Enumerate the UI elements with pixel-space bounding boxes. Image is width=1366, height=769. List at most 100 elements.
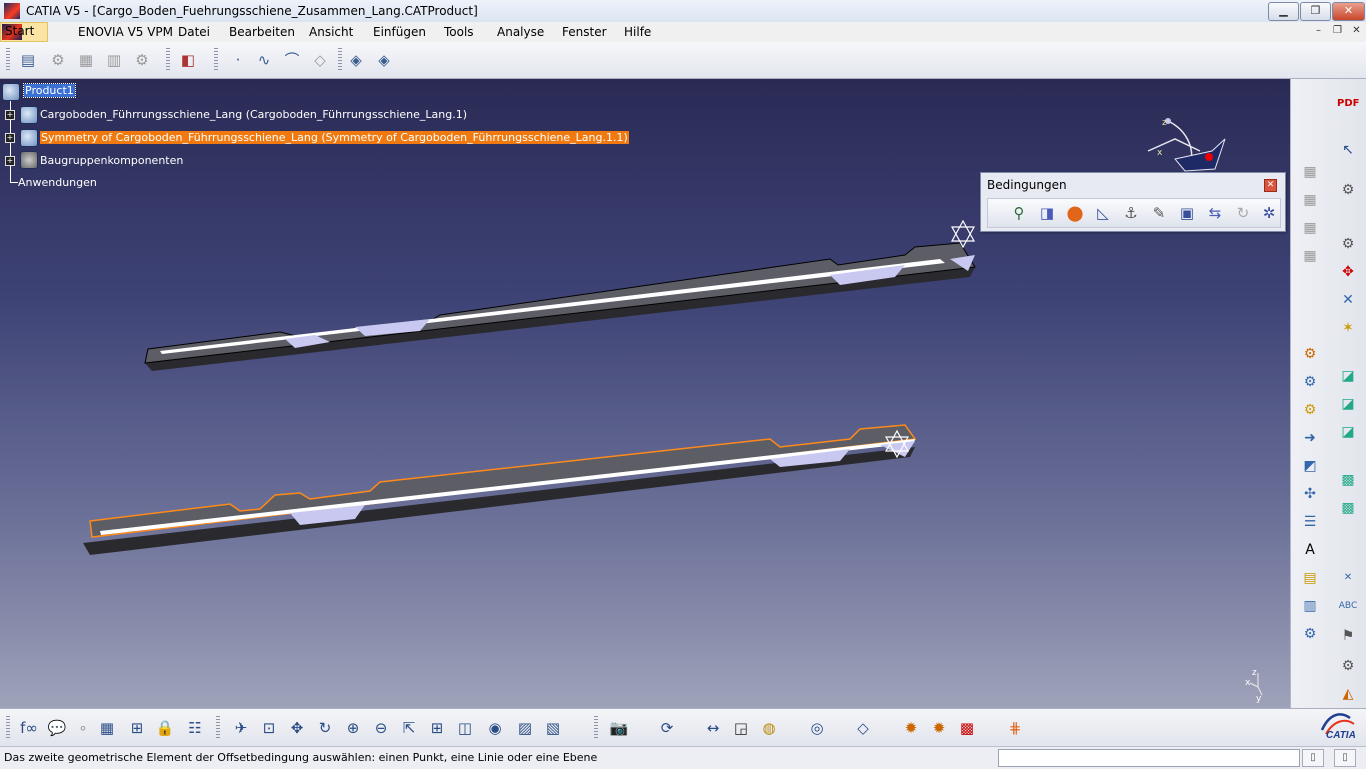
maximize-button[interactable]: ❐ [1300,2,1331,21]
clash-icon[interactable]: ◈ [374,50,394,70]
marker-icon[interactable]: ◭ [1337,683,1359,705]
measure-icon[interactable]: ✕ [1337,567,1359,589]
catalog-browser-icon[interactable]: ◧ [178,50,198,70]
generate-numbering-icon[interactable]: ⚙ [132,50,152,70]
pan-icon[interactable]: ✥ [286,717,308,739]
normal-view-icon[interactable]: ⇱ [398,717,420,739]
measure-inertia-icon[interactable]: ◍ [758,717,780,739]
text-icon[interactable]: A [1299,539,1321,561]
bedingungen-close-button[interactable]: ✕ [1264,179,1277,192]
fix-component-icon[interactable]: ⚓ [1120,202,1142,224]
close-button[interactable]: ✕ [1332,2,1365,21]
list-icon[interactable]: ☷ [184,717,206,739]
quick-constraint-icon[interactable]: ▣ [1176,202,1198,224]
fit-all-icon[interactable]: ⊡ [258,717,280,739]
existing-component-icon[interactable]: ⚙ [48,50,68,70]
curve-icon[interactable]: ∿ [254,50,274,70]
knowledge-icon[interactable]: 💬 [46,717,68,739]
flag-icon[interactable]: ⚑ [1337,625,1359,647]
copy-icon[interactable]: ▩ [1337,469,1359,491]
gear-icon[interactable]: ⚙ [1299,623,1321,645]
measure-item-icon[interactable]: ◲ [730,717,752,739]
flexible-subassembly-icon[interactable]: ⇆ [1204,202,1226,224]
menu-ansicht[interactable]: Ansicht [309,25,353,39]
coincidence-constraint-icon[interactable]: ⚲ [1008,202,1030,224]
iso-view-icon[interactable]: ◫ [454,717,476,739]
doc-minimize-button[interactable]: – [1310,24,1327,38]
point-icon[interactable]: · [228,50,248,70]
explode-icon[interactable]: ✣ [1299,483,1321,505]
minimize-button[interactable]: ▁ [1268,2,1299,21]
toolbar-grip[interactable] [338,48,342,72]
tree-structure-icon[interactable]: ⊞ [126,717,148,739]
menu-einfuegen[interactable]: Einfügen [373,25,426,39]
plane-icon[interactable]: ◇ [310,50,330,70]
arrow-icon[interactable]: ➜ [1299,427,1321,449]
status-button[interactable]: ▯ [1334,749,1356,767]
new-product-icon[interactable]: ▤ [18,50,38,70]
toolbar-grip[interactable] [6,716,10,740]
copy-icon[interactable]: ▩ [1337,497,1359,519]
move-icon[interactable]: ✥ [1337,261,1359,283]
gear-icon[interactable]: ⚙ [1299,399,1321,421]
update-icon[interactable]: ⟳ [656,717,678,739]
offset-constraint-icon[interactable]: ⬤ [1064,202,1086,224]
status-button[interactable]: ▯ [1302,749,1324,767]
replace-component-icon[interactable]: ▦ [76,50,96,70]
tree-icon[interactable]: ▥ [1299,595,1321,617]
lock-icon[interactable]: 🔒 [154,717,176,739]
settings-icon[interactable]: ⚙ [1337,179,1359,201]
menu-hilfe[interactable]: Hilfe [624,25,651,39]
manipulation-icon[interactable]: ⚙ [1337,233,1359,255]
reconnect-icon[interactable]: ↻ [1232,202,1254,224]
zoom-in-icon[interactable]: ⊕ [342,717,364,739]
save-icon[interactable]: ◪ [1337,393,1359,415]
measure-icon[interactable]: ∘ [72,717,94,739]
sensor-icon[interactable]: ⚙ [1337,655,1359,677]
fix-together-icon[interactable]: ✎ [1148,202,1170,224]
menu-enovia[interactable]: ENOVIA V5 VPM [78,25,173,39]
toolbar-grip[interactable] [214,48,218,72]
menu-tools[interactable]: Tools [444,25,474,39]
rail-upper[interactable] [144,242,976,371]
surface-icon[interactable]: ⌒ [282,50,302,70]
toolbar-grip[interactable] [6,48,10,72]
fly-icon[interactable]: ✈ [230,717,252,739]
analysis-icon[interactable]: ✹ [900,717,922,739]
gear-icon[interactable]: ⚙ [1299,343,1321,365]
pdf-icon[interactable]: PDF [1337,93,1359,115]
menu-datei[interactable]: Datei [178,25,210,39]
rail-lower[interactable] [83,424,917,555]
camera-icon[interactable]: 📷 [608,717,630,739]
folder-icon[interactable]: ▤ [1299,567,1321,589]
doc-restore-button[interactable]: ❐ [1329,24,1346,38]
smart-move-icon[interactable]: ✶ [1337,317,1359,339]
toolbar-grip[interactable] [594,716,598,740]
shading-icon[interactable]: ◉ [484,717,506,739]
contact-constraint-icon[interactable]: ◨ [1036,202,1058,224]
snap-icon[interactable]: ✕ [1337,289,1359,311]
grid-icon[interactable]: ⋕ [1004,717,1026,739]
swap-visible-icon[interactable]: ▧ [542,717,564,739]
command-input[interactable] [998,749,1300,767]
formula-icon[interactable]: f∞ [18,717,40,739]
component-icon[interactable]: ▦ [1299,161,1321,183]
sectioning-icon[interactable]: ◈ [346,50,366,70]
distance-icon[interactable]: ▩ [956,717,978,739]
snap-icon[interactable]: ◩ [1299,455,1321,477]
bedingungen-toolbar[interactable]: Bedingungen ✕ ⚲ ◨ ⬤ ◺ ⚓ ✎ ▣ ⇆ ↻ ✲ [980,172,1286,232]
gear-icon[interactable]: ⚙ [1299,371,1321,393]
menu-analyse[interactable]: Analyse [497,25,544,39]
list-icon[interactable]: ☰ [1299,511,1321,533]
component-icon[interactable]: ▦ [1299,189,1321,211]
zoom-out-icon[interactable]: ⊖ [370,717,392,739]
menu-bearbeiten[interactable]: Bearbeiten [229,25,295,39]
measure-between-icon[interactable]: ↔ [702,717,724,739]
toolbar-grip[interactable] [166,48,170,72]
select-arrow-icon[interactable]: ↖ [1337,139,1359,161]
angle-constraint-icon[interactable]: ◺ [1092,202,1114,224]
save-icon[interactable]: ◪ [1337,421,1359,443]
annotation-icon[interactable]: ABC [1337,595,1359,617]
rotate-icon[interactable]: ↻ [314,717,336,739]
menu-fenster[interactable]: Fenster [562,25,607,39]
